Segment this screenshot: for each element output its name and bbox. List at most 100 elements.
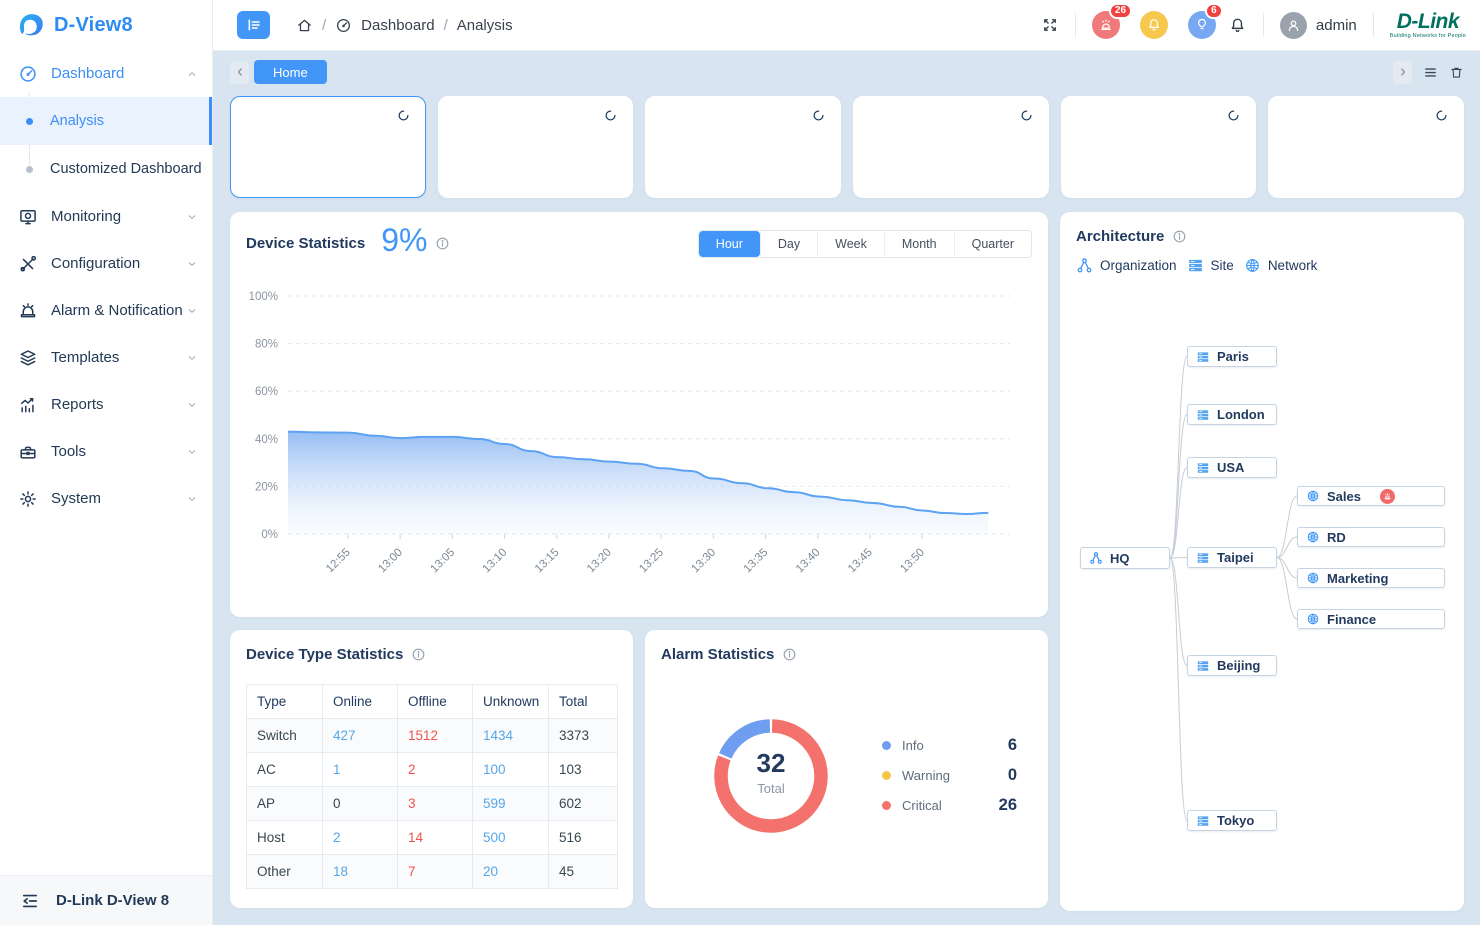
alarm-statistics-panel: Alarm Statistics 32 Total Info6Warning0C…	[645, 630, 1048, 908]
sidebar-item-dashboard[interactable]: Dashboard	[0, 50, 212, 97]
column-header: Offline	[398, 685, 473, 719]
svg-text:13:45: 13:45	[846, 546, 875, 575]
sidebar-item-tools[interactable]: Tools	[0, 428, 212, 475]
critical-alarm-button[interactable]: 26	[1092, 11, 1120, 39]
svg-text:13:35: 13:35	[742, 546, 771, 575]
sidebar-item-alarm-notification[interactable]: Alarm & Notification	[0, 287, 212, 334]
tree-node-tokyo[interactable]: Tokyo	[1187, 810, 1277, 831]
templates-icon	[18, 348, 38, 368]
site-icon	[1196, 814, 1210, 828]
tree-node-hq[interactable]: HQ	[1080, 547, 1170, 569]
stat-card-sflow[interactable]	[1061, 96, 1257, 198]
reports-icon	[18, 395, 38, 415]
tree-node-finance[interactable]: Finance	[1297, 609, 1445, 629]
breadcrumb-dashboard[interactable]: Dashboard	[361, 17, 434, 34]
tree-node-sales[interactable]: Sales	[1297, 486, 1445, 506]
refresh-icon[interactable]	[1434, 108, 1449, 123]
chevron-left-icon	[234, 66, 246, 78]
sidebar-toggle-button[interactable]	[237, 11, 270, 39]
alarm-legend-critical: Critical26	[882, 790, 1017, 820]
tree-node-paris[interactable]: Paris	[1187, 346, 1277, 367]
stat-card-host[interactable]	[853, 96, 1049, 198]
siren-icon	[1098, 17, 1114, 33]
sidebar-item-customized-dashboard[interactable]: Customized Dashboard	[0, 145, 212, 193]
notification-bell-button[interactable]	[1140, 11, 1168, 39]
svg-text:13:20: 13:20	[585, 546, 614, 575]
sidebar-collapse-button[interactable]: D-Link D-View 8	[0, 875, 212, 925]
dlink-brand-name: D-Link	[1397, 11, 1459, 32]
table-cell: AP	[247, 787, 323, 821]
site-icon	[1196, 408, 1210, 422]
trash-icon[interactable]	[1449, 65, 1464, 80]
sidebar-item-label: System	[51, 490, 101, 507]
tab-menu-icon[interactable]	[1423, 65, 1438, 80]
alarm-legend: Info6Warning0Critical26	[882, 730, 1017, 820]
stat-card-overview[interactable]	[230, 96, 426, 198]
refresh-icon[interactable]	[603, 108, 618, 123]
table-cell: 0	[323, 787, 398, 821]
svg-text:0%: 0%	[261, 529, 278, 541]
home-icon[interactable]	[296, 17, 313, 34]
stat-card-switch[interactable]	[438, 96, 634, 198]
sidebar-item-monitoring[interactable]: Monitoring	[0, 193, 212, 240]
tab-scroll-left-button[interactable]	[230, 61, 249, 84]
sidebar-item-analysis[interactable]: Analysis	[0, 97, 212, 145]
refresh-icon[interactable]	[1019, 108, 1034, 123]
card-metric	[951, 136, 1034, 142]
app-logo: D-View8	[0, 0, 212, 50]
sidebar-item-templates[interactable]: Templates	[0, 334, 212, 381]
sidebar-item-label: Analysis	[50, 113, 104, 129]
site-icon	[1196, 461, 1210, 475]
svg-text:13:40: 13:40	[794, 546, 823, 575]
tree-node-beijing[interactable]: Beijing	[1187, 655, 1277, 676]
stat-card-wireless[interactable]	[645, 96, 841, 198]
dlink-logo: D-Link Building Networks for People	[1390, 11, 1466, 40]
sidebar-item-configuration[interactable]: Configuration	[0, 240, 212, 287]
tab-home[interactable]: Home	[254, 60, 327, 84]
tree-node-usa[interactable]: USA	[1187, 457, 1277, 478]
tree-node-label: Marketing	[1327, 571, 1388, 586]
network-icon	[1306, 612, 1320, 626]
column-header: Online	[323, 685, 398, 719]
bell-outline-icon[interactable]	[1228, 16, 1247, 35]
stat-cards-row	[230, 96, 1464, 198]
table-row: AC12100103	[247, 753, 618, 787]
sidebar-item-label: Customized Dashboard	[50, 161, 202, 177]
sidebar-item-label: Configuration	[51, 255, 140, 272]
device-statistics-panel: Device Statistics 9% HourDayWeekMonthQua…	[230, 212, 1048, 617]
fullscreen-icon[interactable]	[1041, 16, 1059, 34]
tree-node-taipei[interactable]: Taipei	[1187, 547, 1277, 568]
discovery-button[interactable]: 6	[1188, 11, 1216, 39]
card-metric	[868, 136, 951, 142]
architecture-panel: Architecture Organization Site Network H…	[1060, 212, 1464, 911]
refresh-icon[interactable]	[396, 108, 411, 123]
refresh-icon[interactable]	[811, 108, 826, 123]
stat-card-poe[interactable]	[1268, 96, 1464, 198]
site-icon	[1196, 551, 1210, 565]
tree-node-marketing[interactable]: Marketing	[1297, 568, 1445, 588]
svg-text:80%: 80%	[255, 339, 278, 351]
username[interactable]: admin	[1316, 17, 1357, 34]
refresh-icon[interactable]	[1226, 108, 1241, 123]
table-cell: 103	[549, 753, 618, 787]
table-cell: Host	[247, 821, 323, 855]
sidebar-item-reports[interactable]: Reports	[0, 381, 212, 428]
sidebar-item-system[interactable]: System	[0, 475, 212, 522]
tree-node-rd[interactable]: RD	[1297, 527, 1445, 547]
divider	[1263, 13, 1264, 37]
card-metric	[453, 136, 536, 142]
node-alarm-badge	[1380, 489, 1395, 504]
card-metric	[1076, 136, 1159, 142]
table-cell: 1434	[473, 719, 549, 753]
table-cell: 516	[549, 821, 618, 855]
svg-text:12:55: 12:55	[324, 546, 353, 575]
tab-scroll-right-button[interactable]	[1393, 61, 1412, 84]
network-icon	[1306, 489, 1320, 503]
chevron-down-icon	[186, 399, 198, 411]
user-avatar[interactable]	[1280, 12, 1307, 39]
tree-node-london[interactable]: London	[1187, 404, 1277, 425]
tree-node-label: Tokyo	[1217, 813, 1254, 828]
indent-list-icon	[246, 17, 262, 33]
breadcrumb-separator: /	[322, 17, 326, 34]
tree-node-label: HQ	[1110, 551, 1130, 566]
